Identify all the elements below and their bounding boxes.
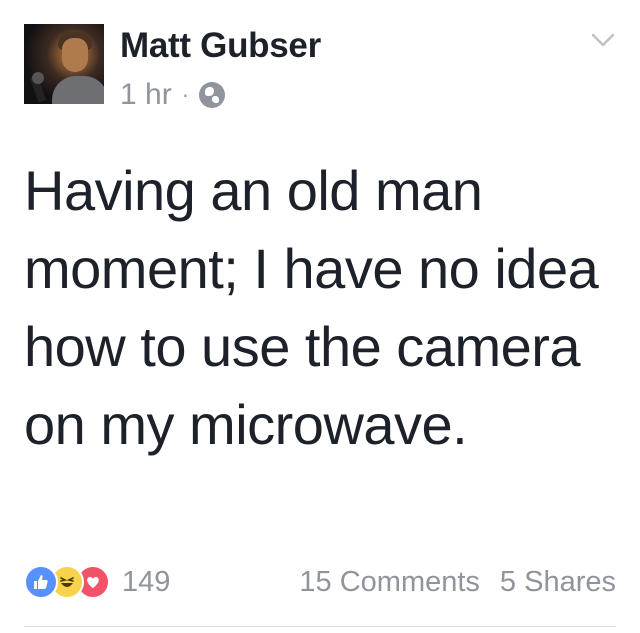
post-meta: 1 hr · xyxy=(120,78,226,112)
reactions-summary[interactable]: 149 xyxy=(24,562,170,602)
avatar-shirt xyxy=(52,76,104,104)
globe-icon[interactable] xyxy=(199,82,226,108)
avatar[interactable] xyxy=(24,24,104,104)
post-text: Having an old man moment; I have no idea… xyxy=(24,159,599,456)
meta-separator: · xyxy=(181,82,190,107)
like-icon xyxy=(24,565,58,599)
post-time[interactable]: 1 hr xyxy=(120,78,172,112)
post-card: Matt Gubser 1 hr · Having an old man mom… xyxy=(0,0,640,633)
comments-link[interactable]: 15 Comments xyxy=(299,566,480,599)
microphone-head xyxy=(32,72,44,84)
post-stats: 15 Comments 5 Shares xyxy=(299,566,616,599)
avatar-face xyxy=(62,38,88,72)
divider xyxy=(24,626,616,627)
reaction-count: 149 xyxy=(122,565,171,598)
shares-link[interactable]: 5 Shares xyxy=(500,566,616,599)
chevron-down-icon[interactable] xyxy=(590,30,616,50)
author-name[interactable]: Matt Gubser xyxy=(120,26,321,66)
